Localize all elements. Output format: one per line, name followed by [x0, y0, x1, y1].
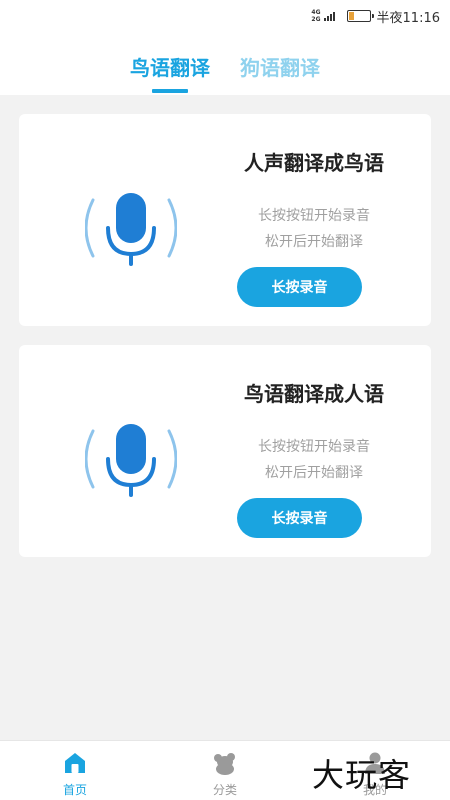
nav-item-home[interactable]: 首页: [35, 741, 115, 800]
microphone-icon: [85, 424, 177, 497]
signal-icon: 4G 2G: [311, 9, 335, 23]
hold-to-record-button[interactable]: 长按录音: [237, 498, 362, 538]
network-type-top: 4G: [311, 9, 321, 16]
tab-bird-translate[interactable]: 鸟语翻译: [130, 32, 210, 95]
card-hint-line-1: 长按按钮开始录音: [258, 208, 370, 224]
nav-item-category[interactable]: 分类: [185, 741, 265, 800]
app-screen: 4G 2G 半夜11:16 鸟语翻译 狗语翻译 人声翻译成鸟语 长按按钮开始录音…: [0, 0, 450, 800]
card-title: 人声翻译成鸟语: [244, 151, 384, 175]
watermark-logo: 大玩客: [312, 756, 412, 794]
status-bar: 4G 2G 半夜11:16: [0, 0, 450, 32]
battery-icon: [346, 10, 374, 22]
nav-label: 分类: [212, 783, 237, 797]
human-to-bird-card: 人声翻译成鸟语 长按按钮开始录音 松开后开始翻译 长按录音: [19, 114, 431, 326]
tab-label: 鸟语翻译: [130, 56, 210, 80]
tab-label: 狗语翻译: [240, 56, 320, 80]
koala-icon: [214, 753, 235, 775]
network-type-bottom: 2G: [311, 16, 321, 23]
home-icon: [65, 753, 85, 773]
active-tab-indicator: [152, 89, 188, 93]
card-title: 鸟语翻译成人语: [244, 382, 384, 406]
status-time: 半夜11:16: [376, 10, 440, 26]
bird-to-human-card: 鸟语翻译成人语 长按按钮开始录音 松开后开始翻译 长按录音: [19, 345, 431, 557]
card-hint-line-2: 松开后开始翻译: [265, 465, 363, 481]
microphone-icon: [85, 193, 177, 266]
tab-dog-translate[interactable]: 狗语翻译: [240, 32, 320, 95]
hold-to-record-button[interactable]: 长按录音: [237, 267, 362, 307]
card-hint-line-2: 松开后开始翻译: [265, 234, 363, 250]
top-tabs: 鸟语翻译 狗语翻译: [0, 32, 450, 95]
card-hint-line-1: 长按按钮开始录音: [258, 439, 370, 455]
nav-label: 首页: [62, 783, 87, 797]
